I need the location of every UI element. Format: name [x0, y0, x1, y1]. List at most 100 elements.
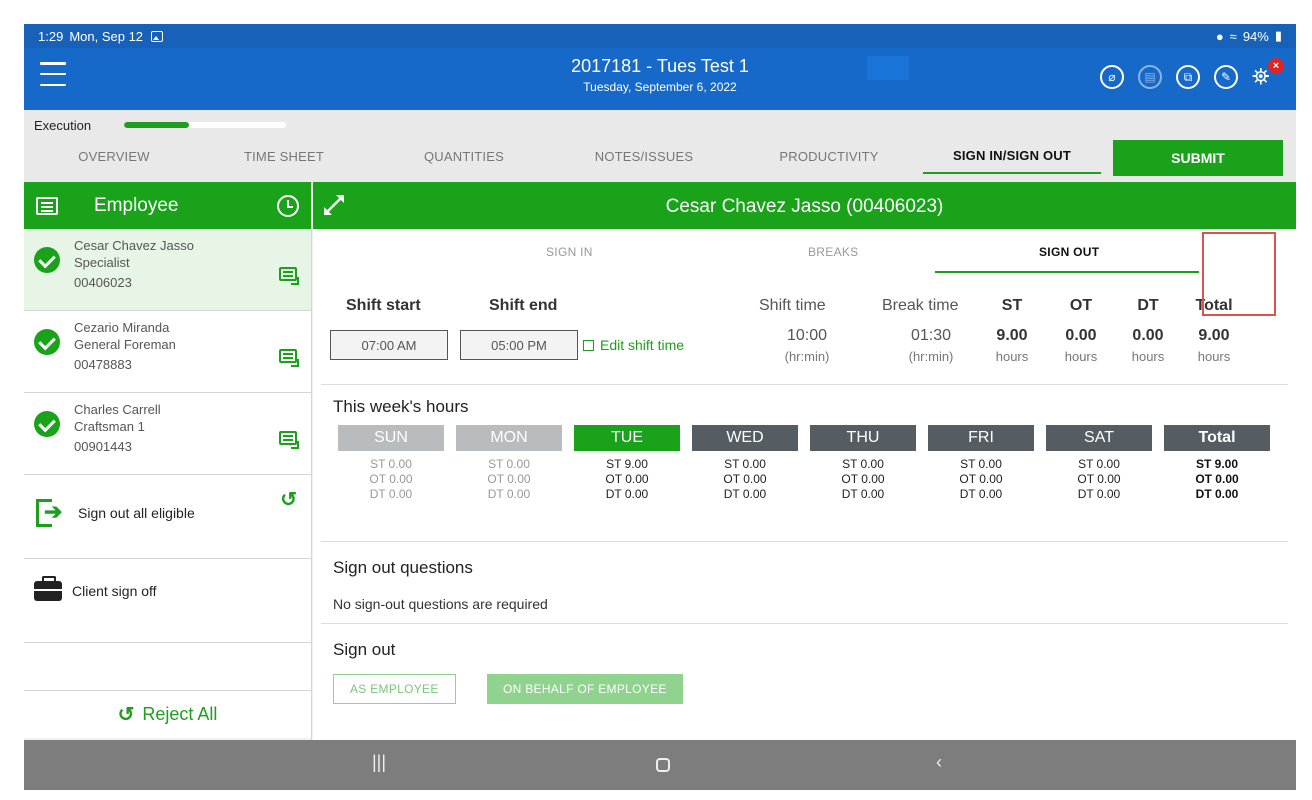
tab-quantities[interactable]: QUANTITIES — [394, 138, 534, 174]
copy-icon[interactable]: ⧉ — [1176, 65, 1200, 89]
shift-start-input[interactable]: 07:00 AM — [330, 330, 448, 360]
subtab-breaks[interactable]: BREAKS — [808, 245, 859, 259]
client-sign-off-item[interactable]: Client sign off — [24, 559, 311, 643]
app-bar-actions: ⌀ ▤ ⧉ ✎ ⛯ × — [1100, 58, 1284, 90]
weekly-hours: This week's hours SUN ST 0.00 OT 0.00 DT… — [321, 385, 1288, 542]
tab-time-sheet[interactable]: TIME SHEET — [214, 138, 354, 174]
total-value: 9.00 — [1198, 327, 1230, 344]
day-st: ST 0.00 — [842, 457, 884, 471]
day-mon: MON ST 0.00 OT 0.00 DT 0.00 — [456, 425, 562, 502]
employee-info: Charles Carrell Craftsman 1 00901443 — [74, 401, 161, 455]
battery-level: 94% — [1242, 28, 1269, 44]
day-values: ST 0.00 OT 0.00 DT 0.00 — [692, 457, 798, 502]
shift-summary: Shift start Shift end 07:00 AM 05:00 PM … — [321, 279, 1288, 385]
shift-time-unit: (hr:min) — [784, 349, 830, 364]
employee-sidebar: Employee Cesar Chavez Jasso Specialist 0… — [24, 182, 312, 740]
employee-item-cesar[interactable]: Cesar Chavez Jasso Specialist 00406023 — [24, 229, 311, 311]
briefcase-icon — [34, 576, 62, 601]
status-bar: 1:29 Mon, Sep 12 ● ≈ 94% ▮ — [24, 24, 1296, 48]
edit-shift-time-label: Edit shift time — [600, 337, 685, 353]
employee-detail-header: Cesar Chavez Jasso (00406023) — [313, 182, 1296, 229]
tab-notes-issues[interactable]: NOTES/ISSUES — [569, 138, 719, 174]
gallery-icon — [151, 30, 164, 42]
chat-icon[interactable] — [279, 267, 299, 285]
check-icon — [34, 247, 60, 273]
day-header: MON — [456, 425, 562, 451]
day-header: FRI — [928, 425, 1034, 451]
day-header: WED — [692, 425, 798, 451]
home-icon[interactable] — [656, 758, 670, 772]
day-sun: SUN ST 0.00 OT 0.00 DT 0.00 — [338, 425, 444, 502]
progress-label: Execution — [34, 118, 92, 133]
client-sign-off-label: Client sign off — [72, 583, 157, 599]
paperclip-icon[interactable]: ⌀ — [1100, 65, 1124, 89]
day-sat: SAT ST 0.00 OT 0.00 DT 0.00 — [1046, 425, 1152, 502]
employee-item-charles[interactable]: Charles Carrell Craftsman 1 00901443 — [24, 393, 311, 475]
day-ot: OT 0.00 — [959, 472, 1003, 486]
sign-subtabs: SIGN IN BREAKS SIGN OUT — [313, 229, 1296, 279]
employee-id: 00478883 — [74, 357, 132, 372]
day-ot: OT 0.00 — [369, 472, 413, 486]
day-header: Total — [1164, 425, 1270, 451]
subtab-sign-in[interactable]: SIGN IN — [546, 245, 593, 259]
day-st: ST 0.00 — [370, 457, 412, 471]
clock-icon[interactable] — [277, 194, 299, 217]
day-dt: DT 0.00 — [1195, 487, 1239, 501]
on-behalf-button[interactable]: ON BEHALF OF EMPLOYEE — [487, 674, 683, 704]
status-time: 1:29 — [38, 28, 64, 44]
progress-row: Execution — [24, 110, 1296, 138]
recent-apps-icon[interactable]: ||| — [372, 752, 386, 773]
employee-item-cezario[interactable]: Cezario Miranda General Foreman 00478883 — [24, 311, 311, 393]
check-icon — [34, 411, 60, 437]
close-icon: × — [1268, 58, 1284, 74]
chat-icon[interactable] — [279, 431, 299, 449]
day-values: ST 9.00 OT 0.00 DT 0.00 — [574, 457, 680, 502]
pen-icon[interactable]: ✎ — [1214, 65, 1238, 89]
day-header: SUN — [338, 425, 444, 451]
employee-info: Cezario Miranda General Foreman 00478883 — [74, 319, 176, 373]
tab-sign-in-sign-out[interactable]: SIGN IN/SIGN OUT — [923, 138, 1101, 174]
shift-time-label: Shift time — [759, 297, 826, 314]
employee-id: 00406023 — [74, 275, 132, 290]
sign-out-all-label: Sign out all eligible — [78, 505, 195, 521]
edit-shift-time-link[interactable]: Edit shift time — [583, 337, 684, 353]
day-header: SAT — [1046, 425, 1152, 451]
reject-all-button[interactable]: ↺ Reject All — [24, 691, 311, 738]
day-wed: WED ST 0.00 OT 0.00 DT 0.00 — [692, 425, 798, 502]
employee-name: Cezario Miranda — [74, 320, 170, 335]
break-time-unit: (hr:min) — [908, 349, 954, 364]
day-st: ST 0.00 — [1078, 457, 1120, 471]
employee-role: Craftsman 1 — [74, 419, 145, 434]
day-values: ST 0.00 OT 0.00 DT 0.00 — [810, 457, 916, 502]
employee-info: Cesar Chavez Jasso Specialist 00406023 — [74, 237, 194, 291]
edit-icon — [583, 340, 594, 351]
employee-role: General Foreman — [74, 337, 176, 352]
chat-icon[interactable] — [279, 349, 299, 367]
day-dt: DT 0.00 — [841, 487, 885, 501]
check-icon — [34, 329, 60, 355]
back-icon[interactable]: ‹ — [936, 752, 942, 773]
status-date: Mon, Sep 12 — [69, 28, 144, 44]
document-icon[interactable]: ▤ — [1138, 65, 1162, 89]
day-values: ST 0.00 OT 0.00 DT 0.00 — [456, 457, 562, 502]
satellite-icon[interactable]: ⛯ × — [1252, 58, 1284, 90]
break-time-value: 01:30 — [910, 327, 952, 344]
refresh-icon[interactable]: ↺ — [280, 487, 297, 512]
shift-end-input[interactable]: 05:00 PM — [460, 330, 578, 360]
list-icon[interactable] — [36, 196, 58, 215]
system-nav-bar: ||| ‹ — [24, 740, 1296, 790]
submit-button[interactable]: SUBMIT — [1113, 140, 1283, 176]
as-employee-button[interactable]: AS EMPLOYEE — [333, 674, 456, 704]
day-ot: OT 0.00 — [487, 472, 531, 486]
battery-icon: ▮ — [1274, 28, 1282, 43]
questions-note: No sign-out questions are required — [333, 596, 548, 612]
shift-start-label: Shift start — [346, 297, 421, 314]
main-tabs: OVERVIEW TIME SHEET QUANTITIES NOTES/ISS… — [24, 138, 1296, 182]
shift-end-label: Shift end — [489, 297, 558, 314]
tab-productivity[interactable]: PRODUCTIVITY — [754, 138, 904, 174]
subtab-sign-out[interactable]: SIGN OUT — [1039, 245, 1099, 259]
sign-out-all-item[interactable]: ➔ Sign out all eligible ↺ — [24, 475, 311, 559]
day-st: ST 9.00 — [606, 457, 648, 471]
day-dt: DT 0.00 — [959, 487, 1003, 501]
tab-overview[interactable]: OVERVIEW — [34, 138, 194, 174]
